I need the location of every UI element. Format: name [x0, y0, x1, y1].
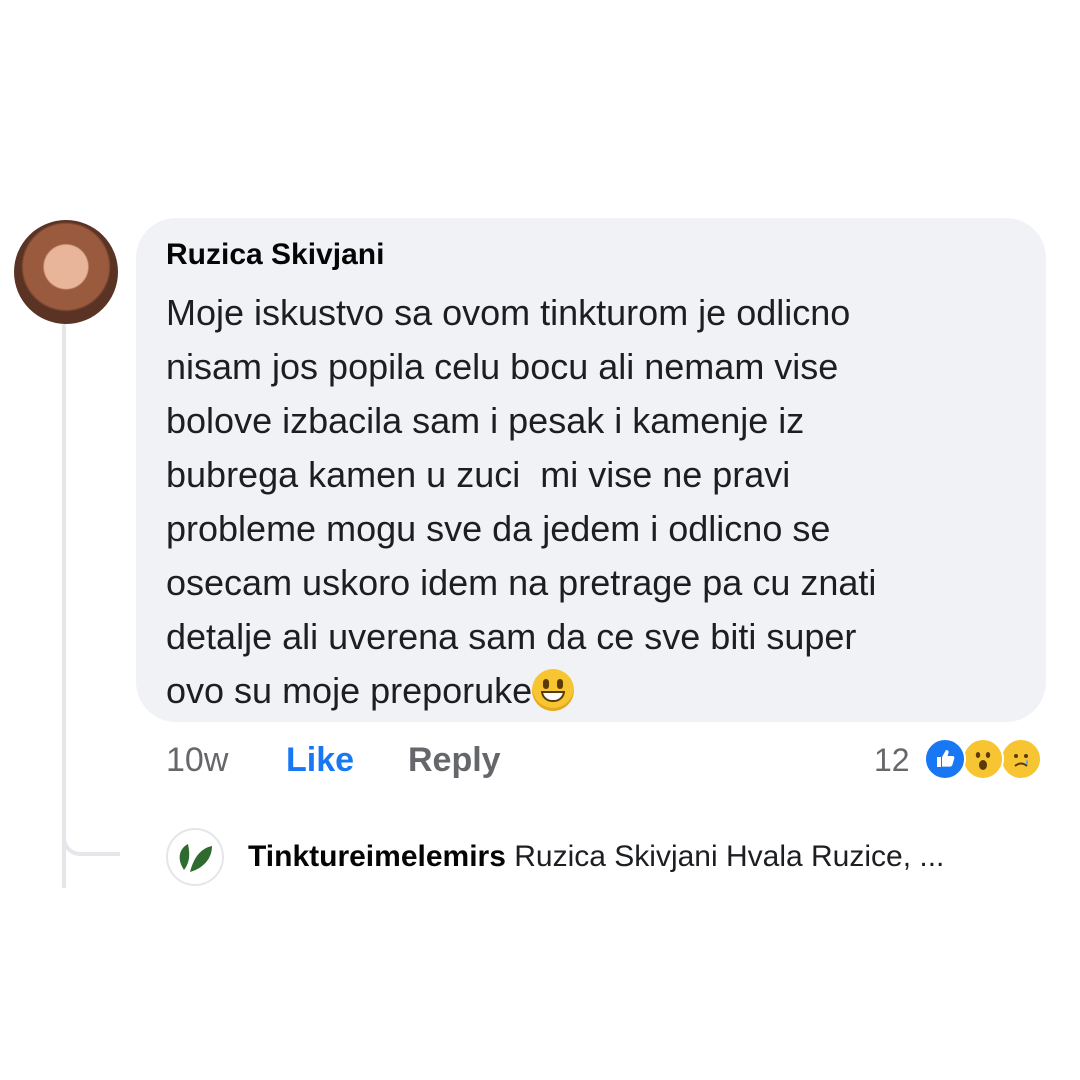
like-icon — [924, 738, 966, 780]
avatar[interactable] — [14, 220, 118, 324]
comment-body: Moje iskustvo sa ovom tinkturom je odlic… — [166, 292, 877, 711]
reply-avatar[interactable] — [166, 828, 224, 886]
comment-text: Moje iskustvo sa ovom tinkturom je odlic… — [166, 286, 1026, 718]
sad-icon — [1000, 738, 1042, 780]
reply-text: Ruzica Skivjani Hvala Ruzice, ... — [514, 840, 945, 873]
grinning-face-emoji-icon — [532, 669, 575, 711]
reaction-icons[interactable] — [924, 738, 1054, 782]
reply-preview[interactable]: Tinktureimelemirs Ruzica Skivjani Hvala … — [248, 840, 944, 874]
like-button[interactable]: Like — [286, 741, 354, 780]
reaction-count[interactable]: 12 — [874, 742, 910, 779]
sad-face-icon — [1014, 754, 1028, 767]
comment-author[interactable]: Ruzica Skivjani — [166, 238, 384, 272]
comment-timestamp[interactable]: 10w — [166, 741, 228, 780]
wow-face-icon — [975, 752, 991, 770]
reply-button[interactable]: Reply — [408, 741, 501, 780]
leaf-logo-icon — [179, 844, 212, 872]
reply-connector — [62, 800, 120, 856]
thumbs-up-icon — [937, 750, 955, 767]
reply-author[interactable]: Tinktureimelemirs — [248, 840, 506, 873]
wow-icon — [962, 738, 1004, 780]
